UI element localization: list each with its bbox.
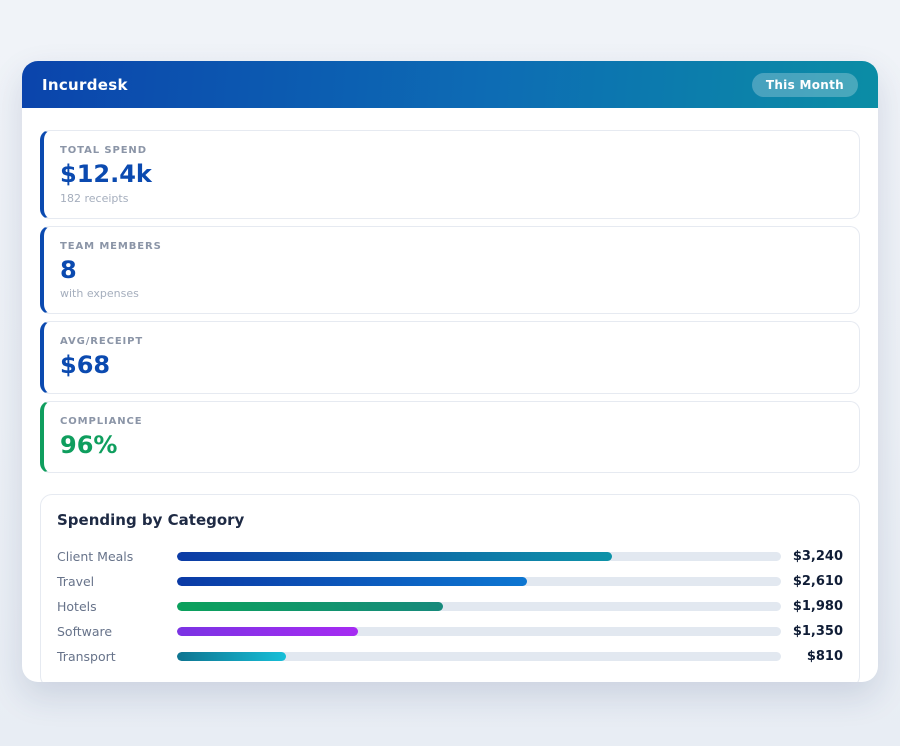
bar-track [177,577,781,587]
stat-value: 96% [60,430,118,459]
stat-label: TEAM MEMBERS [60,240,162,252]
stat-label: TOTAL SPEND [60,145,147,156]
bar-fill-transport [177,652,286,662]
bar-fill-software [177,627,359,637]
bar-fill-hotels [177,602,443,612]
bar-value-label: $3,240 [792,549,843,565]
bar-fill-client-meals [177,552,612,562]
chart-row-transport: Transport $810 [57,644,843,669]
stat-subtext: 182 receipts [60,191,129,205]
chart-row-hotels: Hotels $1,980 [57,594,843,619]
stat-value: 8 [60,255,77,284]
stat-card-total-spend: TOTAL SPEND $12.4k 182 receipts [40,130,860,219]
stat-card-avg-receipt: AVG/RECEIPT $68 [40,321,860,394]
stat-value: $12.4k [60,160,152,188]
page-background: Incurdesk This Month TOTAL SPEND $12.4k … [0,0,900,746]
stat-label: AVG/RECEIPT [60,336,144,348]
stat-label: COMPLIANCE [60,415,143,427]
bar-value-label: $1,980 [792,599,843,615]
bar-category-label: Hotels [57,599,97,615]
app-title: Incurdesk [42,75,128,94]
stat-subtext: with expenses [60,287,139,301]
bar-category-label: Transport [57,649,116,665]
bar-value-label: $1,350 [792,624,843,640]
main-content: TOTAL SPEND $12.4k 182 receipts TEAM MEM… [22,108,878,682]
stat-value: $68 [60,351,111,380]
period-badge[interactable]: This Month [751,72,858,97]
bar-value-label: $2,610 [792,574,843,590]
bar-track [177,552,781,562]
app-window: Incurdesk This Month TOTAL SPEND $12.4k … [22,61,878,682]
stat-card-compliance: COMPLIANCE 96% [40,400,860,474]
chart-row-software: Software $1,350 [57,619,843,644]
stats-list: TOTAL SPEND $12.4k 182 receipts TEAM MEM… [40,130,860,474]
bar-fill-travel [177,577,528,587]
bar-category-label: Client Meals [57,549,134,565]
bar-track [177,652,781,662]
bar-category-label: Travel [57,574,95,590]
spending-chart-card: Spending by Category Client Meals $3,240… [40,494,860,682]
app-header: Incurdesk This Month [22,61,878,108]
chart-row-client-meals: Client Meals $3,240 [57,544,843,569]
chart-rows: Client Meals $3,240 Travel $2,610 Hotels… [57,544,843,669]
bar-category-label: Software [57,624,113,640]
chart-row-travel: Travel $2,610 [57,569,843,594]
bar-value-label: $810 [806,649,843,665]
bar-track [177,602,781,612]
chart-title: Spending by Category [57,511,245,530]
stat-card-team-members: TEAM MEMBERS 8 with expenses [40,225,860,315]
bar-track [177,627,781,637]
